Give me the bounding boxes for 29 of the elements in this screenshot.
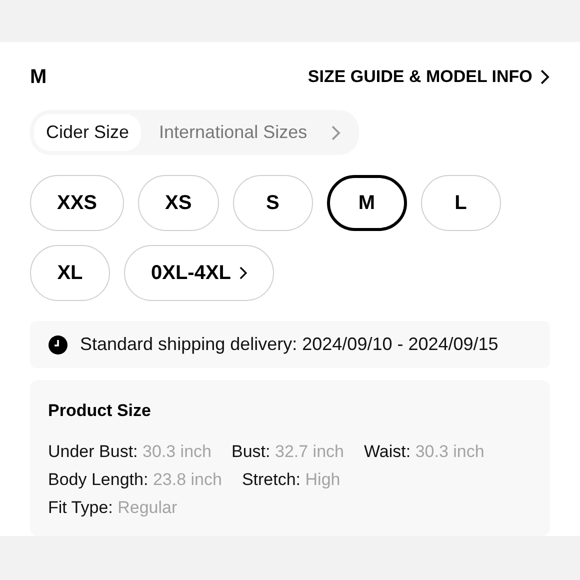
- spec-label: Waist:: [364, 442, 411, 460]
- spec-label: Under Bust:: [48, 442, 138, 460]
- more-sizes-button[interactable]: 0XL-4XL: [124, 245, 274, 301]
- chevron-right-icon: [331, 124, 341, 140]
- size-guide-link[interactable]: SIZE GUIDE & MODEL INFO: [308, 64, 550, 90]
- spec-value: 30.3 inch: [142, 442, 212, 460]
- size-option[interactable]: XS: [138, 175, 219, 231]
- size-option[interactable]: S: [232, 175, 313, 231]
- spec-label: Fit Type:: [48, 498, 113, 516]
- chevron-right-icon: [540, 69, 550, 85]
- spec-value: High: [305, 470, 340, 488]
- spec-label: Stretch:: [242, 470, 301, 488]
- chevron-right-icon: [239, 266, 248, 280]
- spec-label: Bust:: [232, 442, 270, 460]
- shipping-delivery-text: Standard shipping delivery: 2024/09/10 - 2024/09/15: [80, 333, 498, 356]
- size-system-tab[interactable]: Cider Size: [34, 114, 142, 151]
- size-option[interactable]: XL: [30, 245, 110, 301]
- spec-label: Body Length:: [48, 470, 148, 488]
- size-option[interactable]: L: [420, 175, 501, 231]
- size-option[interactable]: XXS: [30, 175, 124, 231]
- spec-value: 23.8 inch: [152, 470, 222, 488]
- product-size-title: Product Size: [48, 400, 152, 422]
- size-option[interactable]: M: [326, 175, 407, 231]
- size-system-tab[interactable]: International Sizes: [147, 114, 320, 151]
- spec-value: 32.7 inch: [274, 442, 344, 460]
- clock-icon: [48, 334, 68, 354]
- spec-value: 30.3 inch: [415, 442, 484, 460]
- spec-value: Regular: [118, 498, 178, 516]
- selected-size-label: M: [30, 65, 47, 90]
